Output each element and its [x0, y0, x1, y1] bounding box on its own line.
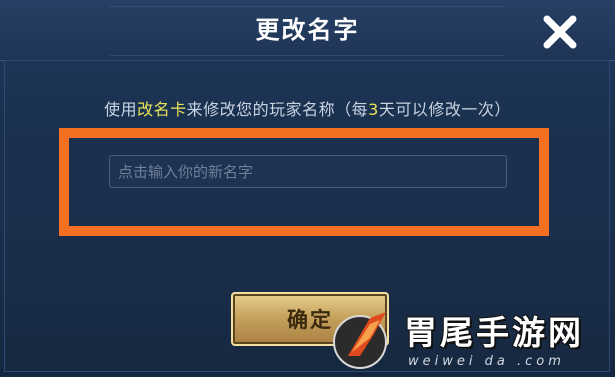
close-button[interactable]: [538, 10, 582, 54]
hint-middle: 来修改您的玩家名称（每: [186, 100, 369, 119]
dialog-title-bar: 更改名字: [0, 0, 615, 61]
close-icon: [543, 15, 577, 49]
hint-days-count: 3: [368, 100, 379, 119]
hint-suffix: 天可以修改一次）: [378, 100, 511, 119]
rename-dialog: 更改名字 使用改名卡来修改您的玩家名称（每3天可以修改一次） 确定: [0, 0, 615, 377]
dialog-title: 更改名字: [255, 16, 360, 44]
hint-prefix: 使用: [104, 100, 138, 119]
rename-hint: 使用改名卡来修改您的玩家名称（每3天可以修改一次）: [0, 96, 615, 120]
hint-rename-card: 改名卡: [137, 100, 187, 119]
new-name-input[interactable]: [109, 155, 507, 188]
confirm-button[interactable]: 确定: [231, 292, 389, 346]
